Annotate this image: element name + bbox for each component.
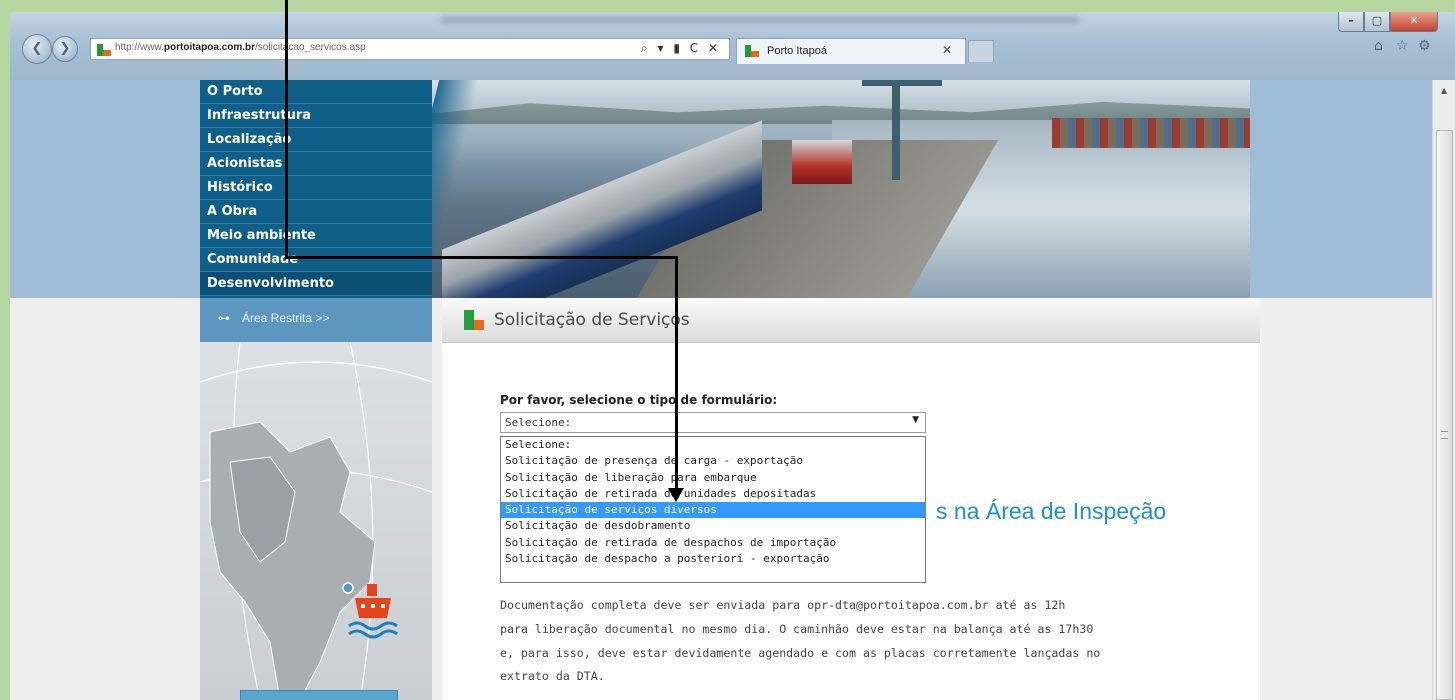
dropdown-option[interactable]: Selecione: [501, 437, 925, 453]
close-window-button[interactable]: ✕ [1390, 12, 1438, 32]
logo-square-icon [464, 310, 474, 330]
dropdown-option[interactable]: Solicitação de desdobramento [501, 518, 925, 534]
form-type-label: Por favor, selecione o tipo de formulári… [500, 393, 778, 407]
menu-item-desenvolvimento[interactable]: Desenvolvimento [200, 272, 432, 296]
annotation-line-horizontal [285, 256, 678, 259]
address-bar-tools[interactable]: ⌕ ▾ ▮ C ✕ [641, 41, 721, 56]
site-container: O Porto Infraestrutura Localização Acion… [200, 80, 1260, 700]
main-content: Solicitação de Serviços Por favor, selec… [442, 298, 1260, 700]
menu-item-acionistas[interactable]: Acionistas [200, 152, 432, 176]
dropdown-option[interactable]: Solicitação de retirada de unidades depo… [501, 486, 925, 502]
restricted-area-label: Área Restrita >> [242, 311, 330, 325]
menu-item-a-obra[interactable]: A Obra [200, 200, 432, 224]
form-type-dropdown-list[interactable]: Selecione: Solicitação de presença de ca… [500, 436, 926, 583]
scrollbar-thumb[interactable] [1436, 130, 1453, 700]
ship-icon [345, 580, 405, 654]
page-title: Solicitação de Serviços [494, 310, 690, 330]
dropdown-option[interactable]: Solicitação de despacho a posteriori - e… [501, 551, 925, 567]
menu-item-historico[interactable]: Histórico [200, 176, 432, 200]
tab-favicon-icon [745, 45, 759, 57]
browser-titlebar: – ▢ ✕ ❮ ❯ http://www.portoitapoa.com.br/… [10, 12, 1455, 80]
annotation-line-down [675, 256, 678, 490]
menu-item-comunidade[interactable]: Comunidade [200, 248, 432, 272]
menu-item-o-porto[interactable]: O Porto [200, 80, 432, 104]
port-hero-image [432, 80, 1250, 298]
annotation-arrowhead-icon [668, 488, 684, 502]
forward-arrow-icon: ❯ [59, 41, 71, 56]
dropdown-option[interactable]: Solicitação de retirada de despachos de … [501, 535, 925, 551]
site-favicon-icon [97, 44, 111, 56]
url-text[interactable]: http://www.portoitapoa.com.br/solicitaca… [115, 42, 366, 53]
info-paragraph: Documentação completa deve ser enviada p… [500, 598, 1101, 684]
chevron-down-icon[interactable]: ▼ [912, 415, 919, 425]
select-value: Selecione: [505, 416, 572, 429]
minimize-button[interactable]: – [1338, 12, 1364, 32]
page-viewport: O Porto Infraestrutura Localização Acion… [10, 80, 1432, 700]
maximize-button[interactable]: ▢ [1364, 12, 1390, 32]
form-type-select[interactable]: Selecione: ▼ [500, 412, 926, 433]
new-tab-button[interactable] [968, 40, 994, 62]
vertical-scrollbar[interactable]: ▲ [1432, 80, 1455, 700]
key-icon: ⊶ [218, 311, 230, 325]
main-menu: O Porto Infraestrutura Localização Acion… [200, 80, 432, 298]
tab-close-icon[interactable]: ✕ [942, 43, 952, 57]
menu-item-infraestrutura[interactable]: Infraestrutura [200, 104, 432, 128]
annotation-line-vertical [285, 0, 288, 258]
bottom-banner-button[interactable] [240, 690, 398, 700]
dropdown-option[interactable]: Solicitação de liberação para embarque [501, 470, 925, 486]
dropdown-option-selected[interactable]: Solicitação de serviços diversos [501, 502, 925, 519]
window-title-blurred [440, 16, 1080, 24]
back-button[interactable]: ❮ [22, 34, 52, 64]
address-bar[interactable]: http://www.portoitapoa.com.br/solicitaca… [90, 38, 730, 60]
home-icon[interactable]: ⌂ [1374, 38, 1383, 54]
menu-item-meio-ambiente[interactable]: Meio ambiente [200, 224, 432, 248]
settings-icon[interactable]: ⚙ [1418, 38, 1431, 54]
favorites-icon[interactable]: ☆ [1396, 38, 1409, 54]
browser-window: – ▢ ✕ ❮ ❯ http://www.portoitapoa.com.br/… [10, 12, 1455, 700]
dropdown-option[interactable]: Solicitação de presença de carga - expor… [501, 453, 925, 469]
restricted-area-link[interactable]: ⊶ Área Restrita >> [200, 298, 432, 342]
tab-title: Porto Itapoá [767, 45, 827, 57]
content-header: Solicitação de Serviços [442, 298, 1260, 343]
section-title: s na Área de Inspeção [936, 498, 1167, 524]
tab-porto-itapoa[interactable]: Porto Itapoá ✕ [736, 38, 966, 64]
forward-button[interactable]: ❯ [52, 36, 78, 62]
menu-item-localizacao[interactable]: Localização [200, 128, 432, 152]
back-arrow-icon: ❮ [31, 41, 43, 56]
scroll-up-icon[interactable]: ▲ [1441, 86, 1447, 95]
